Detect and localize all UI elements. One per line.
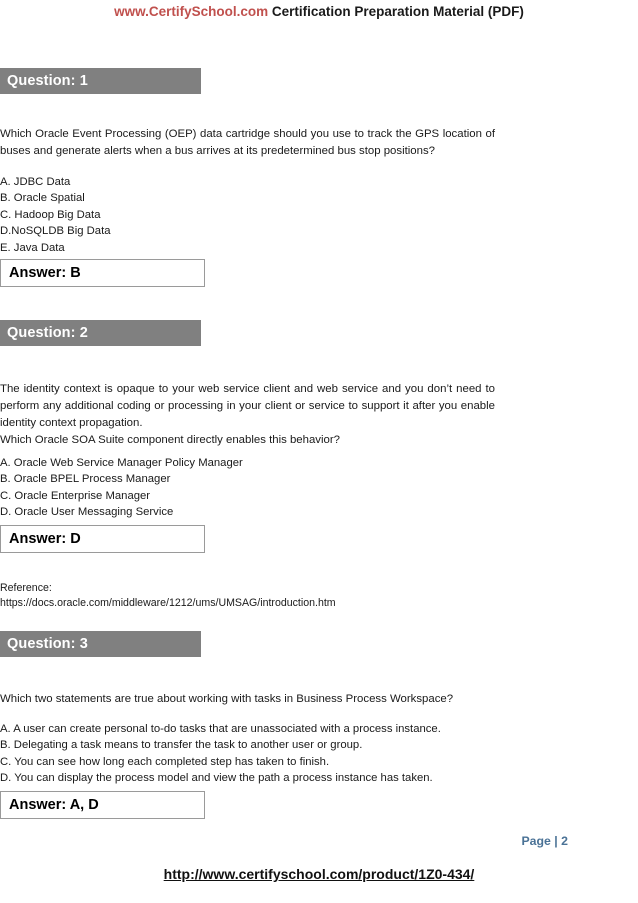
option-item[interactable]: B. Oracle BPEL Process Manager <box>0 471 495 487</box>
brand-name: www.CertifySchool.com <box>114 4 269 19</box>
page-header: www.CertifySchool.com Certification Prep… <box>0 3 638 21</box>
document-page: www.CertifySchool.com Certification Prep… <box>0 0 638 903</box>
question-2-reference: Reference: https://docs.oracle.com/middl… <box>0 581 495 611</box>
question-1-text: Which Oracle Event Processing (OEP) data… <box>0 128 495 157</box>
question-2-options: A. Oracle Web Service Manager Policy Man… <box>0 455 495 521</box>
option-item[interactable]: D.NoSQLDB Big Data <box>0 223 495 239</box>
option-item[interactable]: B. Oracle Spatial <box>0 190 495 206</box>
option-item[interactable]: E. Java Data <box>0 240 495 256</box>
option-item[interactable]: A. JDBC Data <box>0 174 495 190</box>
option-item[interactable]: D. Oracle User Messaging Service <box>0 504 495 520</box>
question-2-text-line2: Which Oracle SOA Suite component directl… <box>0 434 340 446</box>
option-item[interactable]: D. You can display the process model and… <box>0 770 495 786</box>
question-2-text: The identity context is opaque to your w… <box>0 383 495 429</box>
option-item[interactable]: C. Oracle Enterprise Manager <box>0 488 495 504</box>
question-1-options: A. JDBC Data B. Oracle Spatial C. Hadoop… <box>0 174 495 256</box>
reference-label: Reference: <box>0 582 52 594</box>
question-3-text: Which two statements are true about work… <box>0 693 454 705</box>
reference-url[interactable]: https://docs.oracle.com/middleware/1212/… <box>0 596 495 611</box>
footer-url-link[interactable]: http://www.certifyschool.com/product/1Z0… <box>0 866 638 882</box>
question-2-answer-box: Answer: D <box>0 525 205 553</box>
question-3-options: A. A user can create personal to-do task… <box>0 721 495 787</box>
question-1-bar: Question: 1 <box>0 68 201 94</box>
option-item[interactable]: C. Hadoop Big Data <box>0 207 495 223</box>
question-3-answer-box: Answer: A, D <box>0 791 205 819</box>
question-2-bar: Question: 2 <box>0 320 201 346</box>
option-item[interactable]: B. Delegating a task means to transfer t… <box>0 737 495 753</box>
question-1-answer-box: Answer: B <box>0 259 205 287</box>
option-item[interactable]: C. You can see how long each completed s… <box>0 754 495 770</box>
option-item[interactable]: A. A user can create personal to-do task… <box>0 721 495 737</box>
option-item[interactable]: A. Oracle Web Service Manager Policy Man… <box>0 455 495 471</box>
header-title: Certification Preparation Material (PDF) <box>268 4 524 19</box>
page-number: Page | 2 <box>521 834 568 848</box>
question-3-bar: Question: 3 <box>0 631 201 657</box>
